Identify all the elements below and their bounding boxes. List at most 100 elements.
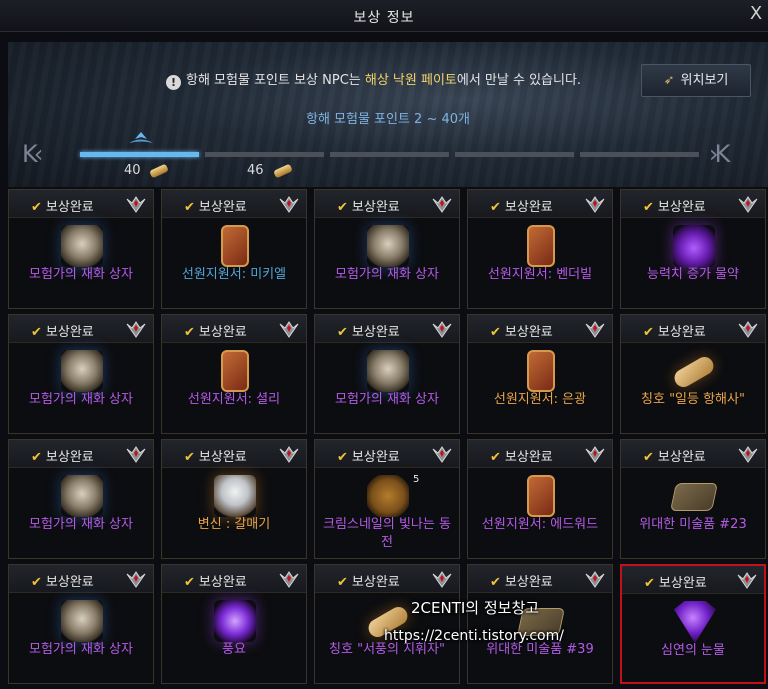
reward-complete-label: ✔ 보상완료 bbox=[184, 196, 247, 215]
close-button[interactable]: X bbox=[746, 4, 766, 24]
checkmark-icon: ✔ bbox=[644, 576, 655, 591]
progress-segment bbox=[455, 152, 574, 157]
reward-status-bar: ✔ 보상완료 bbox=[468, 190, 612, 218]
view-location-button[interactable]: ➶ 위치보기 bbox=[641, 64, 751, 97]
reward-card[interactable]: ✔ 보상완료모험가의 재화 상자 bbox=[8, 564, 154, 684]
reward-complete-label: ✔ 보상완료 bbox=[31, 196, 94, 215]
reward-card[interactable]: ✔ 보상완료 선원지원서: 벤더빌 bbox=[467, 189, 613, 309]
chest-icon bbox=[367, 350, 409, 392]
reward-card[interactable]: ✔ 보상완료 칭호 "서풍의 지휘자" bbox=[314, 564, 460, 684]
reward-status-text: 보상완료 bbox=[351, 200, 400, 215]
reward-card[interactable]: ✔ 보상완료 능력치 증가 물약 bbox=[620, 189, 766, 309]
reward-card[interactable]: ✔ 보상완료 심연의 눈물 bbox=[620, 564, 766, 684]
checkmark-icon: ✔ bbox=[337, 325, 348, 340]
reward-card[interactable]: ✔ 보상완료모험가의 재화 상자 bbox=[314, 189, 460, 309]
crew-contract-icon bbox=[221, 350, 249, 392]
npc-location-highlight: 해상 낙원 페이토 bbox=[364, 73, 457, 88]
checkmark-icon: ✔ bbox=[643, 450, 654, 465]
reward-card[interactable]: ✔ 보상완료 5 크림스네일의 빛나는 동전 bbox=[314, 439, 460, 559]
grade-badge-icon bbox=[432, 446, 452, 463]
reward-complete-label: ✔ 보상완료 bbox=[490, 446, 553, 465]
reward-card[interactable]: ✔ 보상완료 선원지원서: 에드워드 bbox=[467, 439, 613, 559]
reward-name: 모험가의 재화 상자 bbox=[335, 267, 439, 282]
reward-card[interactable]: ✔ 보상완료 선원지원서: 셜리 bbox=[161, 314, 307, 434]
grade-badge-icon bbox=[279, 321, 299, 338]
checkmark-icon: ✔ bbox=[31, 575, 42, 590]
nav-last-button[interactable]: ›K bbox=[709, 140, 730, 168]
nav-first-button[interactable]: K‹ bbox=[22, 140, 43, 168]
grade-badge-icon bbox=[279, 446, 299, 463]
notice-prefix: 항해 모험물 포인트 보상 NPC는 bbox=[186, 73, 361, 88]
reward-card[interactable]: ✔ 보상완료 풍요 bbox=[161, 564, 307, 684]
milestone-value: 40 bbox=[124, 163, 141, 178]
reward-status-text: 보상완료 bbox=[504, 200, 553, 215]
checkmark-icon: ✔ bbox=[184, 575, 195, 590]
checkmark-icon: ✔ bbox=[490, 450, 501, 465]
stack-count: 5 bbox=[413, 474, 420, 485]
reward-card[interactable]: ✔ 보상완료 위대한 미술품 #39 bbox=[467, 564, 613, 684]
reward-card[interactable]: ✔ 보상완료 모험가의 재화 상자 bbox=[314, 314, 460, 434]
reward-card[interactable]: ✔ 보상완료 선원지원서: 미키엘 bbox=[161, 189, 307, 309]
reward-status-bar: ✔ 보상완료 bbox=[9, 440, 153, 468]
chest-icon bbox=[61, 600, 103, 642]
npc-notice: ! 항해 모험물 포인트 보상 NPC는 해상 낙원 페이토에서 만날 수 있습니… bbox=[166, 69, 581, 90]
reward-status-text: 보상완료 bbox=[504, 325, 553, 340]
reward-status-bar: ✔ 보상완료 bbox=[468, 565, 612, 593]
progress-segment bbox=[580, 152, 699, 157]
info-header: ! 항해 모험물 포인트 보상 NPC는 해상 낙원 페이토에서 만날 수 있습니… bbox=[8, 42, 768, 187]
reward-status-text: 보상완료 bbox=[351, 450, 400, 465]
checkmark-icon: ✔ bbox=[31, 200, 42, 215]
reward-status-bar: ✔ 보상완료 bbox=[621, 440, 765, 468]
reward-status-text: 보상완료 bbox=[657, 200, 706, 215]
chest-icon bbox=[61, 475, 103, 517]
reward-complete-label: ✔ 보상완료 bbox=[337, 196, 400, 215]
pin-icon: ➶ bbox=[663, 73, 675, 88]
grade-badge-icon bbox=[126, 571, 146, 588]
title-bar: 보상 정보 X bbox=[0, 0, 768, 32]
reward-card[interactable]: ✔ 보상완료선원지원서: 은광 bbox=[467, 314, 613, 434]
watermark-title: 2CENTI의 정보창고 bbox=[411, 599, 540, 617]
reward-status-bar: ✔ 보상완료 bbox=[9, 565, 153, 593]
reward-status-text: 보상완료 bbox=[658, 576, 707, 591]
reward-card[interactable]: ✔ 보상완료 모험가의 재화 상자 bbox=[8, 189, 154, 309]
reward-status-text: 보상완료 bbox=[198, 450, 247, 465]
reward-complete-label: ✔ 보상완료 bbox=[643, 321, 706, 340]
chest-icon bbox=[61, 225, 103, 267]
checkmark-icon: ✔ bbox=[184, 200, 195, 215]
checkmark-icon: ✔ bbox=[337, 200, 348, 215]
checkmark-icon: ✔ bbox=[643, 325, 654, 340]
reward-card[interactable]: ✔ 보상완료 변신 : 갈매기 bbox=[161, 439, 307, 559]
reward-status-bar: ✔ 보상완료 bbox=[315, 315, 459, 343]
reward-name: 모험가의 재화 상자 bbox=[29, 642, 133, 657]
reward-card[interactable]: ✔ 보상완료위대한 미술품 #23 bbox=[620, 439, 766, 559]
grade-badge-icon bbox=[738, 446, 758, 463]
reward-complete-label: ✔ 보상완료 bbox=[490, 321, 553, 340]
crew-contract-icon bbox=[527, 475, 555, 517]
reward-name: 위대한 미술품 #23 bbox=[639, 517, 747, 532]
reward-card[interactable]: ✔ 보상완료 모험가의 재화 상자 bbox=[8, 314, 154, 434]
reward-status-bar: ✔ 보상완료 bbox=[315, 190, 459, 218]
reward-card[interactable]: ✔ 보상완료칭호 "일등 항해사" bbox=[620, 314, 766, 434]
checkmark-icon: ✔ bbox=[337, 450, 348, 465]
grade-badge-icon bbox=[737, 572, 757, 589]
reward-card[interactable]: ✔ 보상완료 모험가의 재화 상자 bbox=[8, 439, 154, 559]
reward-status-text: 보상완료 bbox=[198, 325, 247, 340]
reward-name: 선원지원서: 은광 bbox=[493, 392, 587, 407]
grade-badge-icon bbox=[585, 446, 605, 463]
checkmark-icon: ✔ bbox=[31, 450, 42, 465]
reward-status-text: 보상완료 bbox=[504, 450, 553, 465]
reward-status-text: 보상완료 bbox=[45, 325, 94, 340]
crew-contract-icon bbox=[527, 350, 555, 392]
reward-name: 칭호 "일등 항해사" bbox=[641, 392, 745, 407]
checkmark-icon: ✔ bbox=[490, 325, 501, 340]
warning-icon: ! bbox=[166, 75, 181, 90]
potion-icon bbox=[673, 225, 715, 267]
grade-badge-icon bbox=[126, 321, 146, 338]
title-scroll-icon bbox=[671, 353, 717, 391]
reward-name: 선원지원서: 셜리 bbox=[187, 392, 281, 407]
reward-status-text: 보상완료 bbox=[351, 325, 400, 340]
chest-icon bbox=[367, 225, 409, 267]
reward-status-bar: ✔ 보상완료 bbox=[162, 440, 306, 468]
reward-complete-label: ✔ 보상완료 bbox=[184, 571, 247, 590]
reward-status-bar: ✔ 보상완료 bbox=[9, 190, 153, 218]
